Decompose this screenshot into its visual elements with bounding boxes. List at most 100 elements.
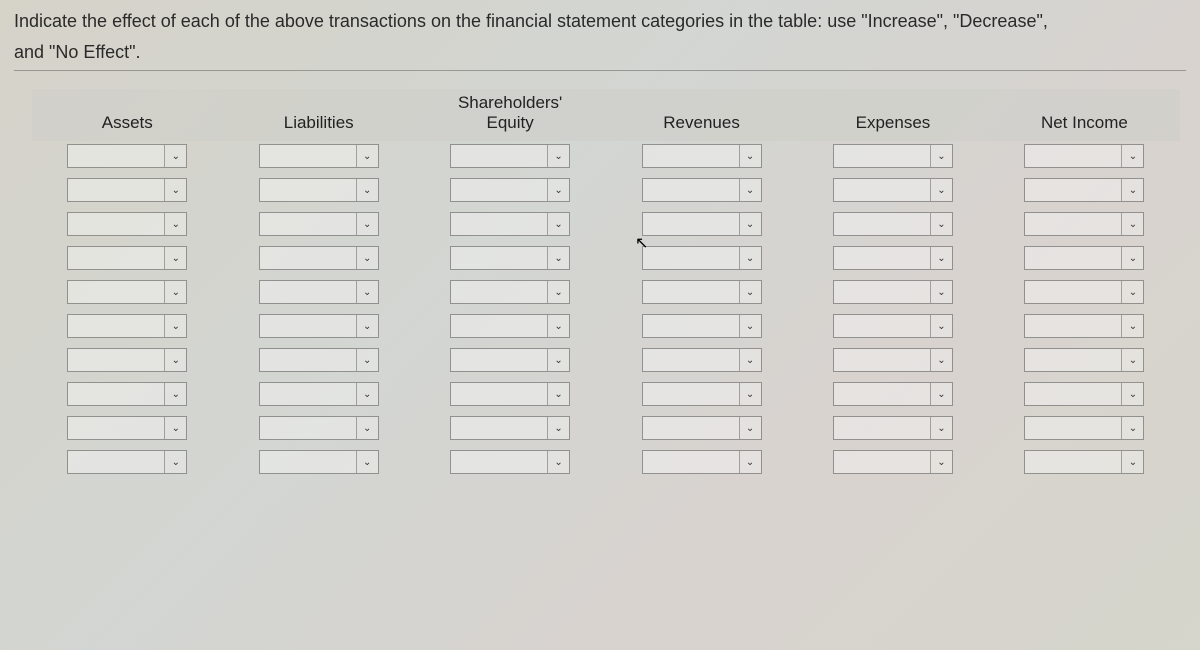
effect-dropdown[interactable]: ⌄: [67, 348, 187, 372]
effect-dropdown[interactable]: ⌄: [642, 212, 762, 236]
effect-dropdown[interactable]: ⌄: [642, 348, 762, 372]
effect-dropdown[interactable]: ⌄: [833, 450, 953, 474]
chevron-down-icon[interactable]: ⌄: [164, 213, 186, 235]
chevron-down-icon[interactable]: ⌄: [547, 349, 569, 371]
effect-dropdown[interactable]: ⌄: [67, 212, 187, 236]
chevron-down-icon[interactable]: ⌄: [739, 349, 761, 371]
chevron-down-icon[interactable]: ⌄: [356, 247, 378, 269]
chevron-down-icon[interactable]: ⌄: [739, 213, 761, 235]
chevron-down-icon[interactable]: ⌄: [930, 315, 952, 337]
effect-dropdown[interactable]: ⌄: [67, 144, 187, 168]
chevron-down-icon[interactable]: ⌄: [1121, 417, 1143, 439]
effect-dropdown[interactable]: ⌄: [450, 348, 570, 372]
effect-dropdown[interactable]: ⌄: [450, 382, 570, 406]
effect-dropdown[interactable]: ⌄: [259, 382, 379, 406]
chevron-down-icon[interactable]: ⌄: [547, 247, 569, 269]
chevron-down-icon[interactable]: ⌄: [356, 315, 378, 337]
chevron-down-icon[interactable]: ⌄: [164, 281, 186, 303]
chevron-down-icon[interactable]: ⌄: [1121, 383, 1143, 405]
effect-dropdown[interactable]: ⌄: [259, 416, 379, 440]
chevron-down-icon[interactable]: ⌄: [164, 145, 186, 167]
effect-dropdown[interactable]: ⌄: [833, 382, 953, 406]
chevron-down-icon[interactable]: ⌄: [164, 383, 186, 405]
effect-dropdown[interactable]: ⌄: [1024, 212, 1144, 236]
chevron-down-icon[interactable]: ⌄: [356, 213, 378, 235]
effect-dropdown[interactable]: ⌄: [450, 280, 570, 304]
effect-dropdown[interactable]: ⌄: [67, 246, 187, 270]
effect-dropdown[interactable]: ⌄: [450, 416, 570, 440]
effect-dropdown[interactable]: ⌄: [259, 144, 379, 168]
chevron-down-icon[interactable]: ⌄: [930, 451, 952, 473]
chevron-down-icon[interactable]: ⌄: [739, 315, 761, 337]
chevron-down-icon[interactable]: ⌄: [547, 417, 569, 439]
effect-dropdown[interactable]: ⌄: [642, 144, 762, 168]
chevron-down-icon[interactable]: ⌄: [930, 247, 952, 269]
chevron-down-icon[interactable]: ⌄: [1121, 451, 1143, 473]
effect-dropdown[interactable]: ⌄: [642, 450, 762, 474]
chevron-down-icon[interactable]: ⌄: [356, 383, 378, 405]
chevron-down-icon[interactable]: ⌄: [164, 349, 186, 371]
chevron-down-icon[interactable]: ⌄: [547, 145, 569, 167]
effect-dropdown[interactable]: ⌄: [642, 280, 762, 304]
chevron-down-icon[interactable]: ⌄: [930, 349, 952, 371]
effect-dropdown[interactable]: ⌄: [833, 314, 953, 338]
chevron-down-icon[interactable]: ⌄: [356, 349, 378, 371]
effect-dropdown[interactable]: ⌄: [833, 144, 953, 168]
chevron-down-icon[interactable]: ⌄: [1121, 349, 1143, 371]
effect-dropdown[interactable]: ⌄: [1024, 382, 1144, 406]
chevron-down-icon[interactable]: ⌄: [1121, 213, 1143, 235]
effect-dropdown[interactable]: ⌄: [642, 178, 762, 202]
effect-dropdown[interactable]: ⌄: [450, 178, 570, 202]
chevron-down-icon[interactable]: ⌄: [739, 145, 761, 167]
chevron-down-icon[interactable]: ⌄: [547, 281, 569, 303]
effect-dropdown[interactable]: ⌄: [833, 280, 953, 304]
effect-dropdown[interactable]: ⌄: [450, 246, 570, 270]
chevron-down-icon[interactable]: ⌄: [547, 451, 569, 473]
chevron-down-icon[interactable]: ⌄: [930, 417, 952, 439]
chevron-down-icon[interactable]: ⌄: [1121, 145, 1143, 167]
chevron-down-icon[interactable]: ⌄: [164, 247, 186, 269]
effect-dropdown[interactable]: ⌄: [67, 450, 187, 474]
effect-dropdown[interactable]: ⌄: [833, 212, 953, 236]
effect-dropdown[interactable]: ⌄: [833, 246, 953, 270]
effect-dropdown[interactable]: ⌄: [1024, 314, 1144, 338]
effect-dropdown[interactable]: ⌄: [1024, 450, 1144, 474]
chevron-down-icon[interactable]: ⌄: [930, 281, 952, 303]
chevron-down-icon[interactable]: ⌄: [1121, 179, 1143, 201]
chevron-down-icon[interactable]: ⌄: [739, 451, 761, 473]
chevron-down-icon[interactable]: ⌄: [930, 213, 952, 235]
chevron-down-icon[interactable]: ⌄: [547, 179, 569, 201]
chevron-down-icon[interactable]: ⌄: [547, 315, 569, 337]
chevron-down-icon[interactable]: ⌄: [1121, 281, 1143, 303]
effect-dropdown[interactable]: ⌄: [67, 314, 187, 338]
effect-dropdown[interactable]: ⌄: [259, 450, 379, 474]
effect-dropdown[interactable]: ⌄: [1024, 144, 1144, 168]
chevron-down-icon[interactable]: ⌄: [1121, 247, 1143, 269]
effect-dropdown[interactable]: ⌄: [642, 382, 762, 406]
effect-dropdown[interactable]: ⌄: [833, 178, 953, 202]
effect-dropdown[interactable]: ⌄: [450, 450, 570, 474]
effect-dropdown[interactable]: ⌄: [67, 382, 187, 406]
chevron-down-icon[interactable]: ⌄: [930, 383, 952, 405]
effect-dropdown[interactable]: ⌄: [1024, 348, 1144, 372]
chevron-down-icon[interactable]: ⌄: [1121, 315, 1143, 337]
chevron-down-icon[interactable]: ⌄: [739, 179, 761, 201]
effect-dropdown[interactable]: ⌄: [642, 416, 762, 440]
chevron-down-icon[interactable]: ⌄: [356, 451, 378, 473]
chevron-down-icon[interactable]: ⌄: [356, 281, 378, 303]
chevron-down-icon[interactable]: ⌄: [356, 179, 378, 201]
effect-dropdown[interactable]: ⌄: [67, 416, 187, 440]
chevron-down-icon[interactable]: ⌄: [930, 179, 952, 201]
effect-dropdown[interactable]: ⌄: [259, 246, 379, 270]
chevron-down-icon[interactable]: ⌄: [739, 247, 761, 269]
effect-dropdown[interactable]: ⌄: [1024, 178, 1144, 202]
effect-dropdown[interactable]: ⌄: [259, 280, 379, 304]
effect-dropdown[interactable]: ⌄: [67, 178, 187, 202]
chevron-down-icon[interactable]: ⌄: [930, 145, 952, 167]
effect-dropdown[interactable]: ⌄: [642, 246, 762, 270]
effect-dropdown[interactable]: ⌄: [1024, 246, 1144, 270]
effect-dropdown[interactable]: ⌄: [259, 314, 379, 338]
chevron-down-icon[interactable]: ⌄: [164, 417, 186, 439]
chevron-down-icon[interactable]: ⌄: [164, 451, 186, 473]
effect-dropdown[interactable]: ⌄: [259, 178, 379, 202]
